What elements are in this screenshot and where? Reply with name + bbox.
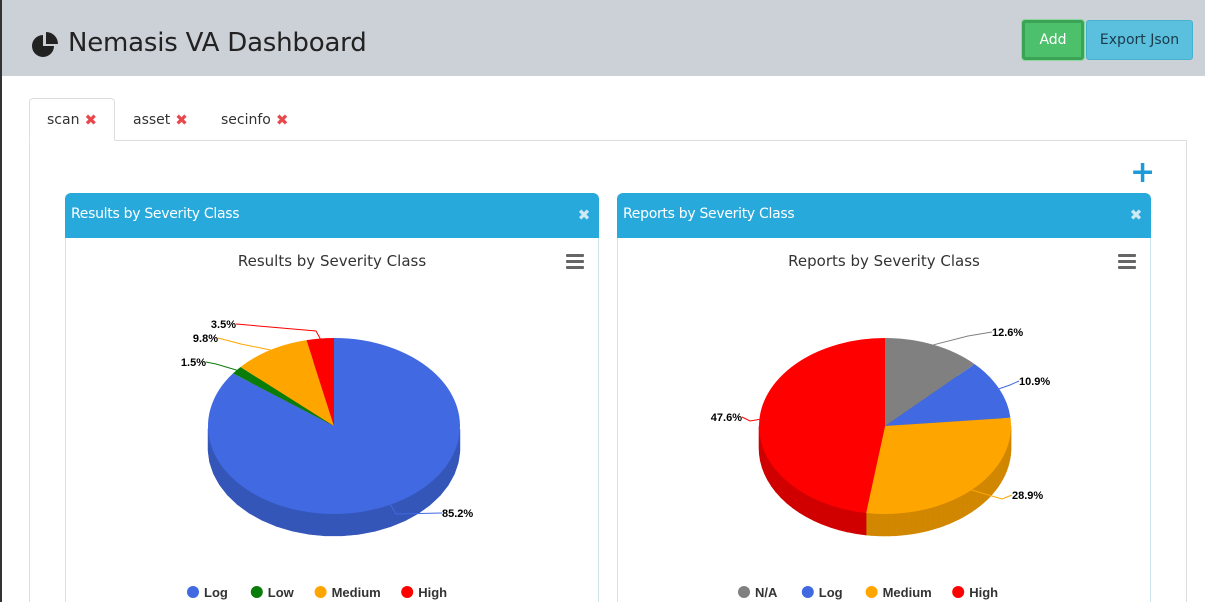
data-label: 1.5% (181, 357, 206, 369)
window-edge (0, 0, 2, 602)
pie-slice-edge (838, 507, 849, 533)
data-label: 12.6% (992, 327, 1023, 339)
pie-slice-edge (911, 510, 918, 535)
legend-marker (801, 586, 814, 598)
pie-slice-edge (308, 511, 326, 537)
pie-slice-edge (975, 483, 980, 510)
data-label: 47.6% (711, 412, 742, 424)
pie-slice-edge (962, 492, 968, 518)
label-connector (217, 337, 271, 351)
pie-slice-edge (899, 512, 907, 536)
pie-slice-edge (813, 498, 823, 525)
export-json-button[interactable]: Export Json (1086, 20, 1193, 60)
pie-slice-edge (882, 513, 890, 537)
pie-slice-edge (986, 473, 991, 501)
data-label: 3.5% (211, 319, 236, 331)
tab-label: scan (47, 111, 80, 128)
pie-slice-edge (806, 494, 815, 522)
legend-item: High (969, 585, 998, 600)
pie-slice-edge (888, 513, 895, 537)
legend-item: Log (819, 585, 843, 600)
legend-marker (187, 586, 199, 598)
legend-marker (865, 586, 878, 598)
legend-item: N/A (755, 585, 778, 600)
pie-slice-edge (871, 513, 878, 537)
tab-secinfo[interactable]: secinfo ✖ (221, 98, 288, 141)
pie-slice-edge (829, 504, 840, 531)
tab-label: asset (133, 111, 171, 128)
pie-chart-icon (32, 32, 58, 57)
pie-slice-edge (856, 511, 867, 536)
add-widget-icon[interactable]: + (1130, 158, 1155, 188)
data-label: 9.8% (193, 333, 218, 345)
pie-slice-edge (989, 470, 994, 498)
pie-slice-edge (821, 501, 831, 528)
add-button[interactable]: Add (1022, 20, 1084, 60)
legend-marker (738, 586, 750, 598)
label-connector (205, 361, 237, 371)
pie-chart: 12.6% 10.9% 28.9% 47.6% N/A Log Medium High (711, 327, 1051, 600)
data-label: 85.2% (442, 508, 473, 520)
label-connector (235, 323, 321, 339)
pie-slice-edge (927, 506, 934, 532)
tab-scan[interactable]: scan ✖ (29, 98, 116, 141)
close-icon[interactable]: ✖ (175, 111, 188, 129)
app-title: Nemasis VA Dashboard (68, 28, 367, 58)
data-label: 10.9% (1019, 376, 1050, 388)
pie-slice-edge (894, 513, 901, 537)
results-panel: Results by Severity Class ✖ Results by S… (65, 193, 599, 602)
pie-slice-edge (958, 494, 964, 521)
legend-item: Low (268, 585, 295, 600)
pie-slice-medium (866, 417, 1011, 514)
pie-slice-edge (865, 512, 873, 536)
legend-item: Medium (332, 585, 381, 600)
top-header: Nemasis VA Dashboard Add Export Json (2, 0, 1205, 76)
pie-slice-edge (948, 499, 954, 525)
close-icon[interactable]: ✖ (84, 111, 97, 129)
close-icon[interactable]: ✖ (276, 111, 289, 129)
pie-slice-edge (324, 513, 343, 537)
pie-slice-edge (938, 503, 945, 529)
pie-slice-edge (982, 477, 987, 504)
legend-marker (401, 586, 414, 598)
pie-slice-edge (992, 467, 997, 495)
legend-marker (250, 586, 263, 598)
legend-marker (314, 586, 327, 598)
pie-slice-edge (798, 489, 807, 518)
legend-item: Medium (883, 585, 932, 600)
legend-item: High (418, 585, 447, 600)
label-connector (999, 380, 1020, 390)
label-connector (741, 416, 760, 422)
pie-slice-edge (847, 509, 858, 535)
pie-slice-edge (1000, 455, 1004, 484)
pie-slice-edge (933, 505, 939, 530)
tab-asset[interactable]: asset ✖ (133, 98, 188, 141)
pie-slice-edge (905, 511, 912, 536)
pie-slice-edge (943, 501, 950, 527)
pie-slice-edge (341, 511, 359, 537)
legend-marker (952, 586, 965, 598)
tab-label: secinfo (221, 111, 271, 128)
label-connector (933, 331, 993, 346)
pie-slice-edge (358, 508, 376, 535)
pie-chart: 85.2% 1.5% 9.8% 3.5% Log Low Medium High (181, 319, 473, 600)
data-label: 28.9% (1012, 490, 1043, 502)
pie-slice-edge (922, 508, 929, 533)
pie-slice-edge (995, 463, 999, 491)
pie-slice-edge (291, 508, 309, 535)
legend-item: Log (204, 585, 228, 600)
pie-slice-edge (877, 513, 884, 537)
pie-slice-edge (966, 489, 972, 516)
pie-slice-edge (916, 509, 923, 534)
pie-slice-edge (998, 459, 1002, 488)
reports-panel: Reports by Severity Class ✖ Reports by S… (617, 193, 1151, 602)
pie-slice-edge (953, 497, 959, 523)
